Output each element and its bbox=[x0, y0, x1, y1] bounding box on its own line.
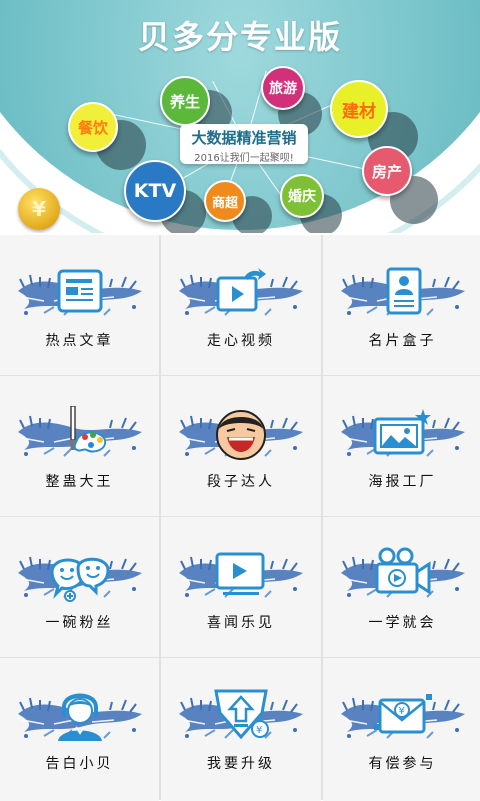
menu-item-art bbox=[337, 398, 469, 468]
menu-item-label: 名片盒子 bbox=[368, 333, 437, 349]
category-bubble-health[interactable]: 养生 bbox=[160, 76, 210, 126]
menu-item-10[interactable]: 告白小贝 bbox=[0, 658, 159, 801]
menu-item-7[interactable]: 一碗粉丝 bbox=[0, 517, 159, 657]
menu-item-label: 告白小贝 bbox=[45, 756, 114, 772]
video-player-icon bbox=[175, 539, 307, 609]
menu-item-2[interactable]: 走心视频 bbox=[161, 235, 321, 375]
menu-item-label: 一碗粉丝 bbox=[45, 615, 114, 631]
menu-item-art bbox=[14, 398, 146, 468]
menu-item-12[interactable]: ¥ 有偿参与 bbox=[323, 658, 480, 801]
poster-image-icon bbox=[337, 398, 469, 468]
menu-item-art bbox=[14, 257, 146, 327]
menu-item-art bbox=[337, 257, 469, 327]
menu-item-art bbox=[14, 680, 146, 750]
upgrade-diamond-icon: ¥ bbox=[175, 680, 307, 750]
menu-item-9[interactable]: 一学就会 bbox=[323, 517, 480, 657]
banner-slogan-title: 大数据精准营销 bbox=[191, 129, 297, 147]
category-bubble-wedding[interactable]: 婚庆 bbox=[280, 174, 324, 218]
menu-item-label: 热点文章 bbox=[45, 333, 114, 349]
app-title: 贝多分专业版 bbox=[137, 18, 342, 56]
category-bubble-supermarket[interactable]: 商超 bbox=[204, 180, 246, 222]
menu-item-label: 喜闻乐见 bbox=[207, 615, 275, 631]
menu-item-art: ¥ bbox=[175, 680, 307, 750]
feature-menu-grid: 热点文章 走心视频 名片盒子 整蛊大王 段子达人 海报工厂 一碗粉丝 喜闻乐见 … bbox=[0, 235, 480, 801]
menu-item-art bbox=[175, 398, 307, 468]
banner-slogan-card: 大数据精准营销 2016让我们一起聚呗! bbox=[180, 124, 308, 164]
banner[interactable]: 贝多分专业版 养生 旅游 建材 餐饮 房产 KTV 商超 婚庆 大数据精准营销 … bbox=[0, 0, 480, 233]
category-bubble-building-materials[interactable]: 建材 bbox=[330, 80, 388, 138]
svg-text:¥: ¥ bbox=[399, 706, 405, 717]
menu-item-6[interactable]: 海报工厂 bbox=[323, 376, 480, 516]
menu-item-label: 我要升级 bbox=[207, 756, 275, 772]
menu-item-5[interactable]: 段子达人 bbox=[161, 376, 321, 516]
category-bubble-dining[interactable]: 餐饮 bbox=[68, 102, 118, 152]
menu-item-art bbox=[14, 539, 146, 609]
menu-item-1[interactable]: 热点文章 bbox=[0, 235, 159, 375]
coin-icon: ¥ bbox=[18, 188, 60, 230]
customer-service-icon bbox=[14, 680, 146, 750]
menu-item-label: 整蛊大王 bbox=[45, 474, 114, 490]
category-bubble-ktv[interactable]: KTV bbox=[124, 160, 186, 222]
menu-item-art: ¥ bbox=[337, 680, 469, 750]
video-camera-icon bbox=[337, 539, 469, 609]
menu-item-label: 海报工厂 bbox=[368, 474, 437, 490]
paint-palette-icon bbox=[14, 398, 146, 468]
banner-slogan-subtitle: 2016让我们一起聚呗! bbox=[194, 153, 294, 164]
business-card-icon bbox=[337, 257, 469, 327]
svg-text:¥: ¥ bbox=[256, 725, 262, 736]
paid-envelope-icon: ¥ bbox=[337, 680, 469, 750]
category-bubble-real-estate[interactable]: 房产 bbox=[362, 146, 412, 196]
menu-item-label: 走心视频 bbox=[207, 333, 275, 349]
menu-item-art bbox=[175, 257, 307, 327]
menu-item-label: 段子达人 bbox=[207, 474, 275, 490]
menu-item-art bbox=[175, 539, 307, 609]
menu-item-8[interactable]: 喜闻乐见 bbox=[161, 517, 321, 657]
fans-chat-icon bbox=[14, 539, 146, 609]
menu-item-label: 一学就会 bbox=[368, 615, 437, 631]
laughing-face-icon bbox=[175, 398, 307, 468]
menu-item-art bbox=[337, 539, 469, 609]
menu-item-3[interactable]: 名片盒子 bbox=[323, 235, 480, 375]
menu-item-label: 有偿参与 bbox=[368, 756, 437, 772]
category-bubble-travel[interactable]: 旅游 bbox=[261, 66, 305, 110]
menu-item-4[interactable]: 整蛊大王 bbox=[0, 376, 159, 516]
video-share-icon bbox=[175, 257, 307, 327]
article-icon bbox=[14, 257, 146, 327]
menu-item-11[interactable]: ¥ 我要升级 bbox=[161, 658, 321, 801]
